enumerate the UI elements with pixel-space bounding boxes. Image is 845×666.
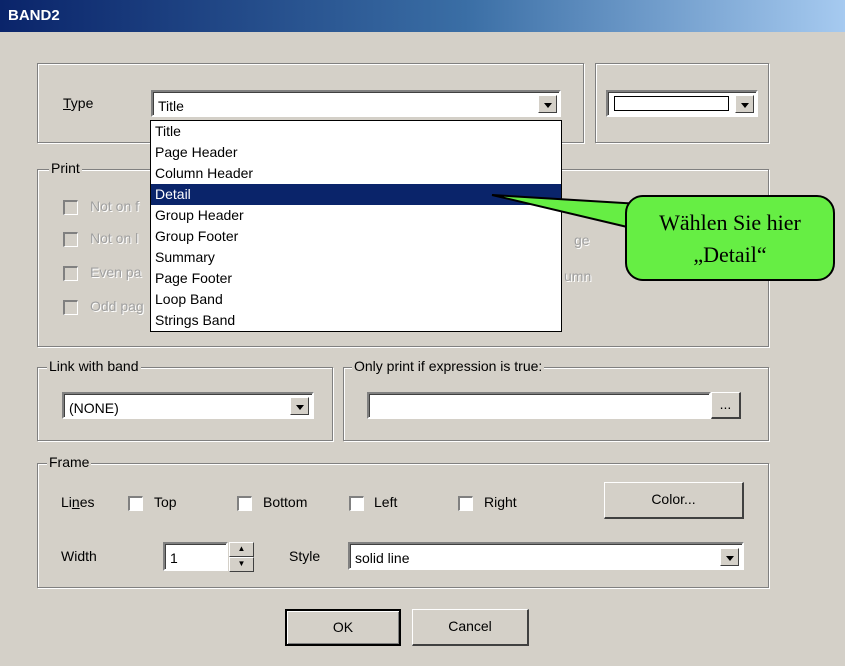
- band-color-select[interactable]: [606, 90, 758, 117]
- dropdown-option[interactable]: Page Footer: [151, 268, 561, 289]
- print-option-3: Even pa: [90, 264, 142, 280]
- band-dialog: BAND2 Type Title Print Not on f Not on l…: [0, 0, 845, 666]
- ok-button[interactable]: OK: [285, 609, 401, 646]
- top-checkbox[interactable]: [128, 496, 143, 511]
- print-checkbox-4[interactable]: [63, 300, 78, 315]
- width-value: 1: [170, 550, 178, 566]
- link-legend: Link with band: [47, 358, 141, 374]
- type-select[interactable]: Title: [151, 90, 561, 117]
- left-label: Left: [374, 494, 398, 510]
- print-option-2: Not on l: [90, 230, 139, 246]
- dropdown-option[interactable]: Summary: [151, 247, 561, 268]
- left-checkbox[interactable]: [349, 496, 364, 511]
- bottom-checkbox[interactable]: [237, 496, 252, 511]
- right-label: Right: [484, 494, 517, 510]
- callout-line-1: Wählen Sie hier: [659, 210, 801, 235]
- lines-label: Lines: [61, 494, 95, 510]
- top-label: Top: [154, 494, 177, 510]
- print-legend: Print: [49, 160, 82, 176]
- expression-browse-button[interactable]: ...: [711, 392, 741, 419]
- print-checkbox-2[interactable]: [63, 232, 78, 247]
- spin-down-icon[interactable]: ▼: [229, 557, 254, 572]
- callout-bubble: Wählen Sie hier „Detail“: [625, 195, 835, 281]
- type-label: Type: [63, 95, 94, 111]
- type-select-value: Title: [158, 98, 184, 114]
- window-title: BAND2: [8, 7, 60, 24]
- chevron-down-icon[interactable]: [720, 548, 739, 566]
- print-option-1: Not on f: [90, 198, 140, 214]
- dropdown-option[interactable]: Page Header: [151, 142, 561, 163]
- link-band-select[interactable]: (NONE): [62, 392, 314, 419]
- chevron-down-icon[interactable]: [538, 95, 557, 113]
- expression-legend: Only print if expression is true:: [352, 358, 545, 374]
- callout-line-2: „Detail“: [693, 242, 767, 267]
- expression-input[interactable]: [367, 392, 711, 419]
- style-select[interactable]: solid line: [348, 542, 744, 570]
- width-input[interactable]: 1: [163, 542, 228, 571]
- spin-up-icon[interactable]: ▲: [229, 542, 254, 557]
- dropdown-option[interactable]: Title: [151, 121, 561, 142]
- style-label: Style: [289, 548, 321, 564]
- print-checkbox-1[interactable]: [63, 200, 78, 215]
- style-value: solid line: [355, 550, 410, 566]
- dropdown-option[interactable]: Strings Band: [151, 310, 561, 331]
- right-checkbox[interactable]: [458, 496, 473, 511]
- width-label: Width: [61, 548, 97, 564]
- color-swatch: [614, 96, 729, 111]
- title-bar: BAND2: [0, 0, 845, 32]
- frame-legend: Frame: [47, 454, 92, 470]
- dropdown-option[interactable]: Loop Band: [151, 289, 561, 310]
- bottom-label: Bottom: [263, 494, 308, 510]
- chevron-down-icon[interactable]: [735, 95, 754, 113]
- cancel-button[interactable]: Cancel: [412, 609, 529, 646]
- chevron-down-icon[interactable]: [290, 397, 309, 415]
- link-band-value: (NONE): [69, 400, 119, 416]
- print-right-option-3: umn: [564, 268, 592, 284]
- color-button[interactable]: Color...: [604, 482, 744, 519]
- print-option-4: Odd pag: [90, 298, 144, 314]
- print-checkbox-3[interactable]: [63, 266, 78, 281]
